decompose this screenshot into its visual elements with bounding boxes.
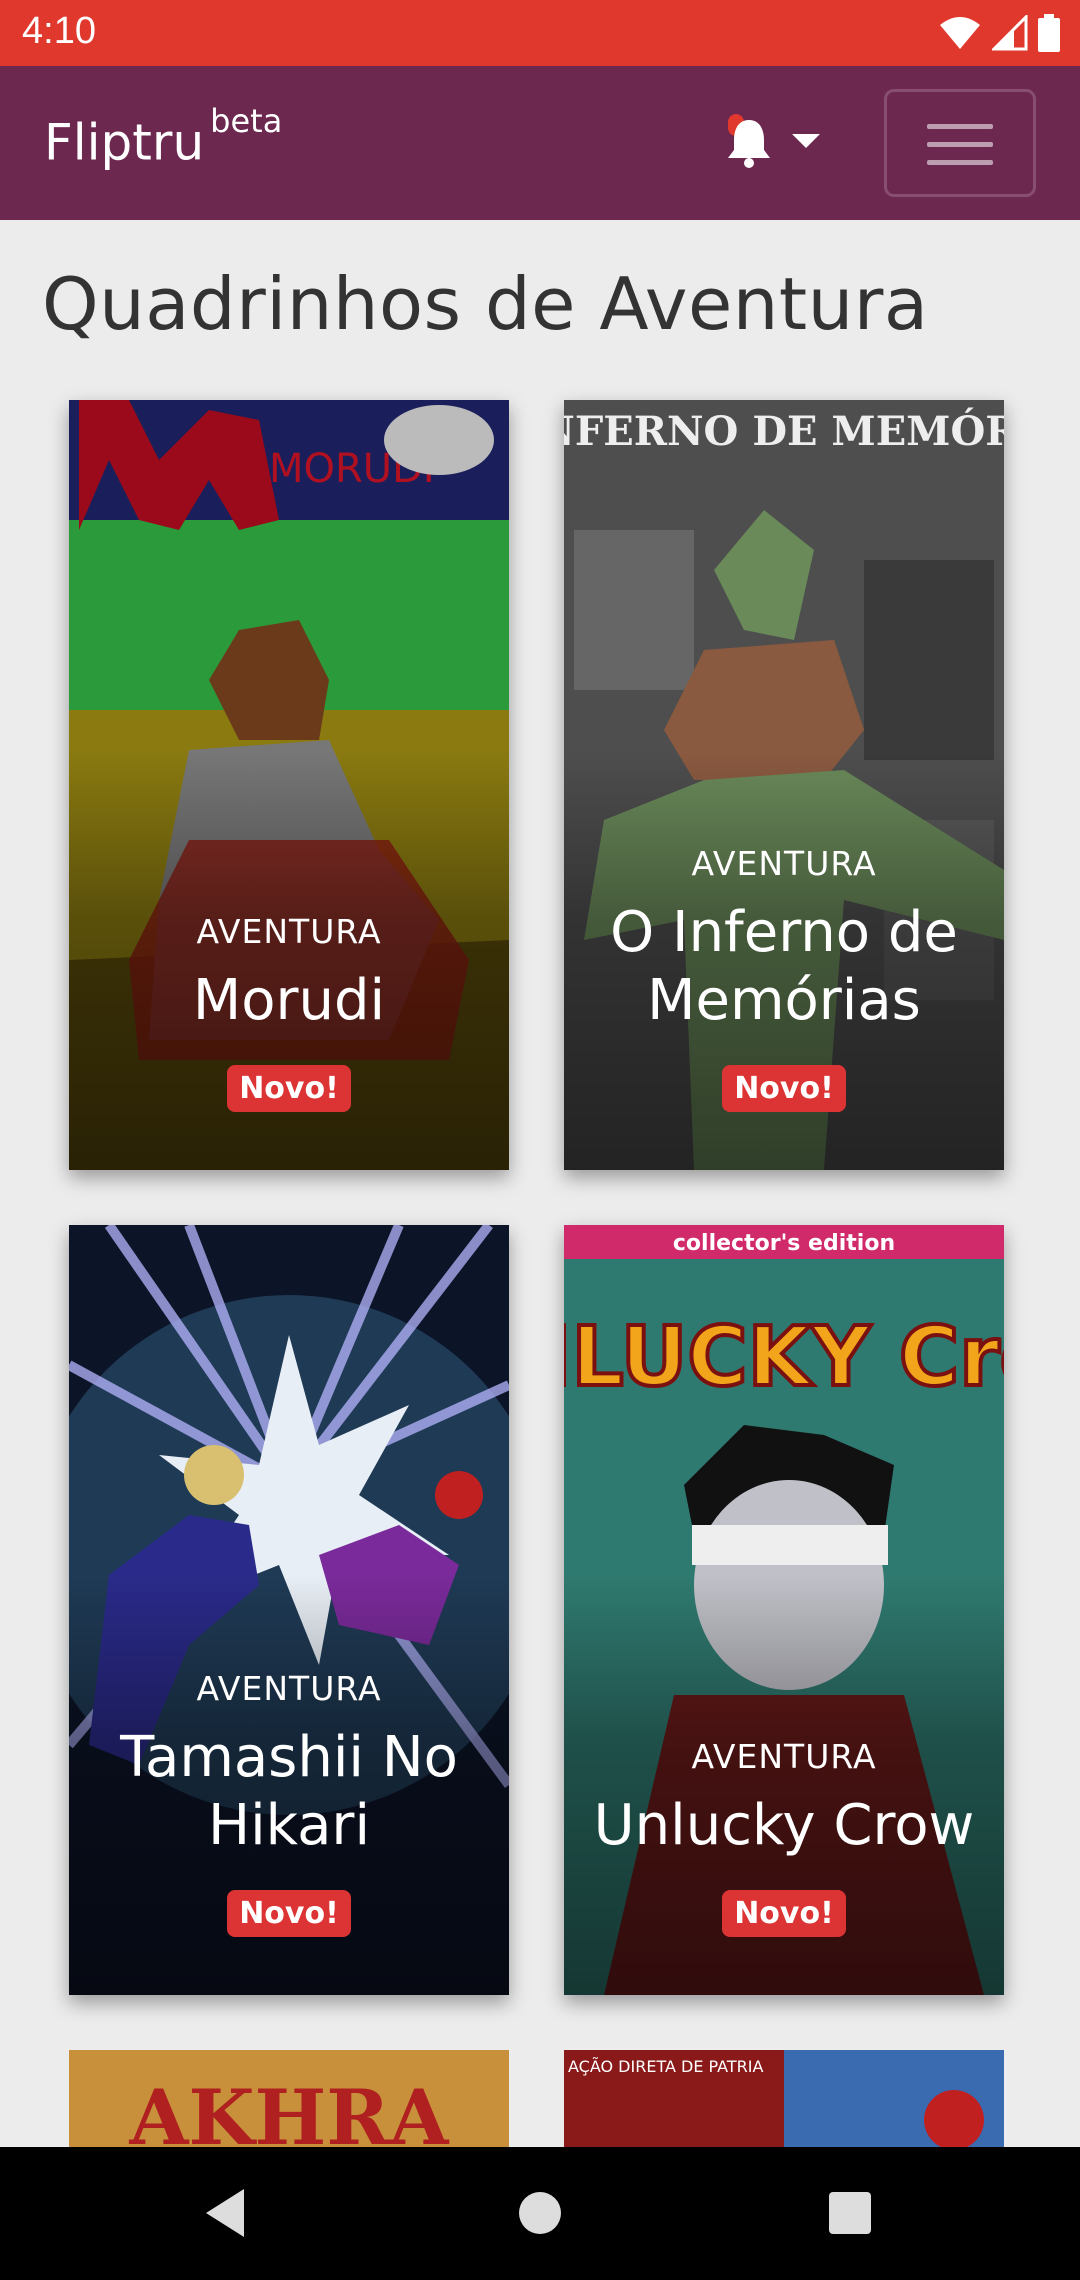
- menu-toggle-button[interactable]: [884, 89, 1036, 197]
- new-badge: Novo!: [227, 1065, 351, 1112]
- card-category: AVENTURA: [691, 1737, 877, 1776]
- card-info: AVENTURA Tamashii No Hikari Novo!: [69, 1669, 509, 1937]
- status-bar: 4:10: [0, 0, 1080, 66]
- card-category: AVENTURA: [691, 844, 877, 883]
- status-time: 4:10: [22, 10, 96, 52]
- comic-cover-image: AÇÃO DIRETA DE PATRIA: [564, 2050, 1004, 2147]
- card-title: Morudi: [192, 968, 386, 1033]
- comic-card-partial[interactable]: AKHRA: [69, 2050, 509, 2147]
- recents-icon[interactable]: [829, 2192, 871, 2234]
- new-badge: Novo!: [722, 1065, 846, 1112]
- cover-logo-text: O INFERNO DE MEMÓRIAS: [564, 408, 1004, 455]
- comic-card-partial[interactable]: AÇÃO DIRETA DE PATRIA: [564, 2050, 1004, 2147]
- page-title: Quadrinhos de Aventura: [42, 262, 929, 346]
- notifications-dropdown[interactable]: [724, 106, 834, 176]
- card-title: Tamashii No Hikari: [120, 1725, 458, 1858]
- brand-logo[interactable]: Fliptru beta: [44, 102, 282, 172]
- card-info: AVENTURA O Inferno de Memórias Novo!: [564, 844, 1004, 1112]
- system-navigation-bar: [0, 2147, 1080, 2280]
- comic-card-o-inferno-de-memorias[interactable]: O INFERNO DE MEMÓRIAS AVENTURA O Inferno…: [564, 400, 1004, 1170]
- card-category: AVENTURA: [196, 1669, 382, 1708]
- hamburger-line: [927, 142, 993, 147]
- new-badge: Novo!: [227, 1890, 351, 1937]
- card-info: AVENTURA Unlucky Crow Novo!: [564, 1737, 1004, 1937]
- back-icon[interactable]: [206, 2189, 244, 2237]
- battery-icon: [1038, 14, 1060, 52]
- new-badge: Novo!: [722, 1890, 846, 1937]
- card-info: AVENTURA Morudi Novo!: [69, 912, 509, 1112]
- comic-cover-image: AKHRA: [69, 2050, 509, 2147]
- signal-icon: [992, 15, 1028, 51]
- top-navbar: Fliptru beta: [0, 66, 1080, 220]
- card-title: Unlucky Crow: [593, 1793, 975, 1858]
- comic-card-morudi[interactable]: MORUDI AVENTURA Morudi Novo!: [69, 400, 509, 1170]
- brand-beta-tag: beta: [210, 102, 283, 140]
- brand-name: Fliptru: [44, 113, 205, 172]
- comic-card-unlucky-crow[interactable]: collector's edition UNLUCKY Crow AVENTUR…: [564, 1225, 1004, 1995]
- bell-icon: [728, 120, 770, 168]
- card-category: AVENTURA: [196, 912, 382, 951]
- cover-logo-text: AÇÃO DIRETA DE PATRIA: [568, 2057, 763, 2076]
- wifi-icon: [940, 17, 980, 49]
- home-icon[interactable]: [519, 2192, 561, 2234]
- cover-logo-text: AKHRA: [129, 2073, 450, 2147]
- status-icons: [938, 12, 1060, 54]
- hamburger-icon: [927, 124, 993, 129]
- cover-edition-text: collector's edition: [673, 1231, 895, 1256]
- card-title: O Inferno de Memórias: [610, 900, 958, 1033]
- hamburger-line: [927, 160, 993, 165]
- cover-logo-text: UNLUCKY Crow: [564, 1310, 1004, 1405]
- chevron-down-icon: [792, 134, 820, 148]
- comic-card-tamashii-no-hikari[interactable]: AVENTURA Tamashii No Hikari Novo!: [69, 1225, 509, 1995]
